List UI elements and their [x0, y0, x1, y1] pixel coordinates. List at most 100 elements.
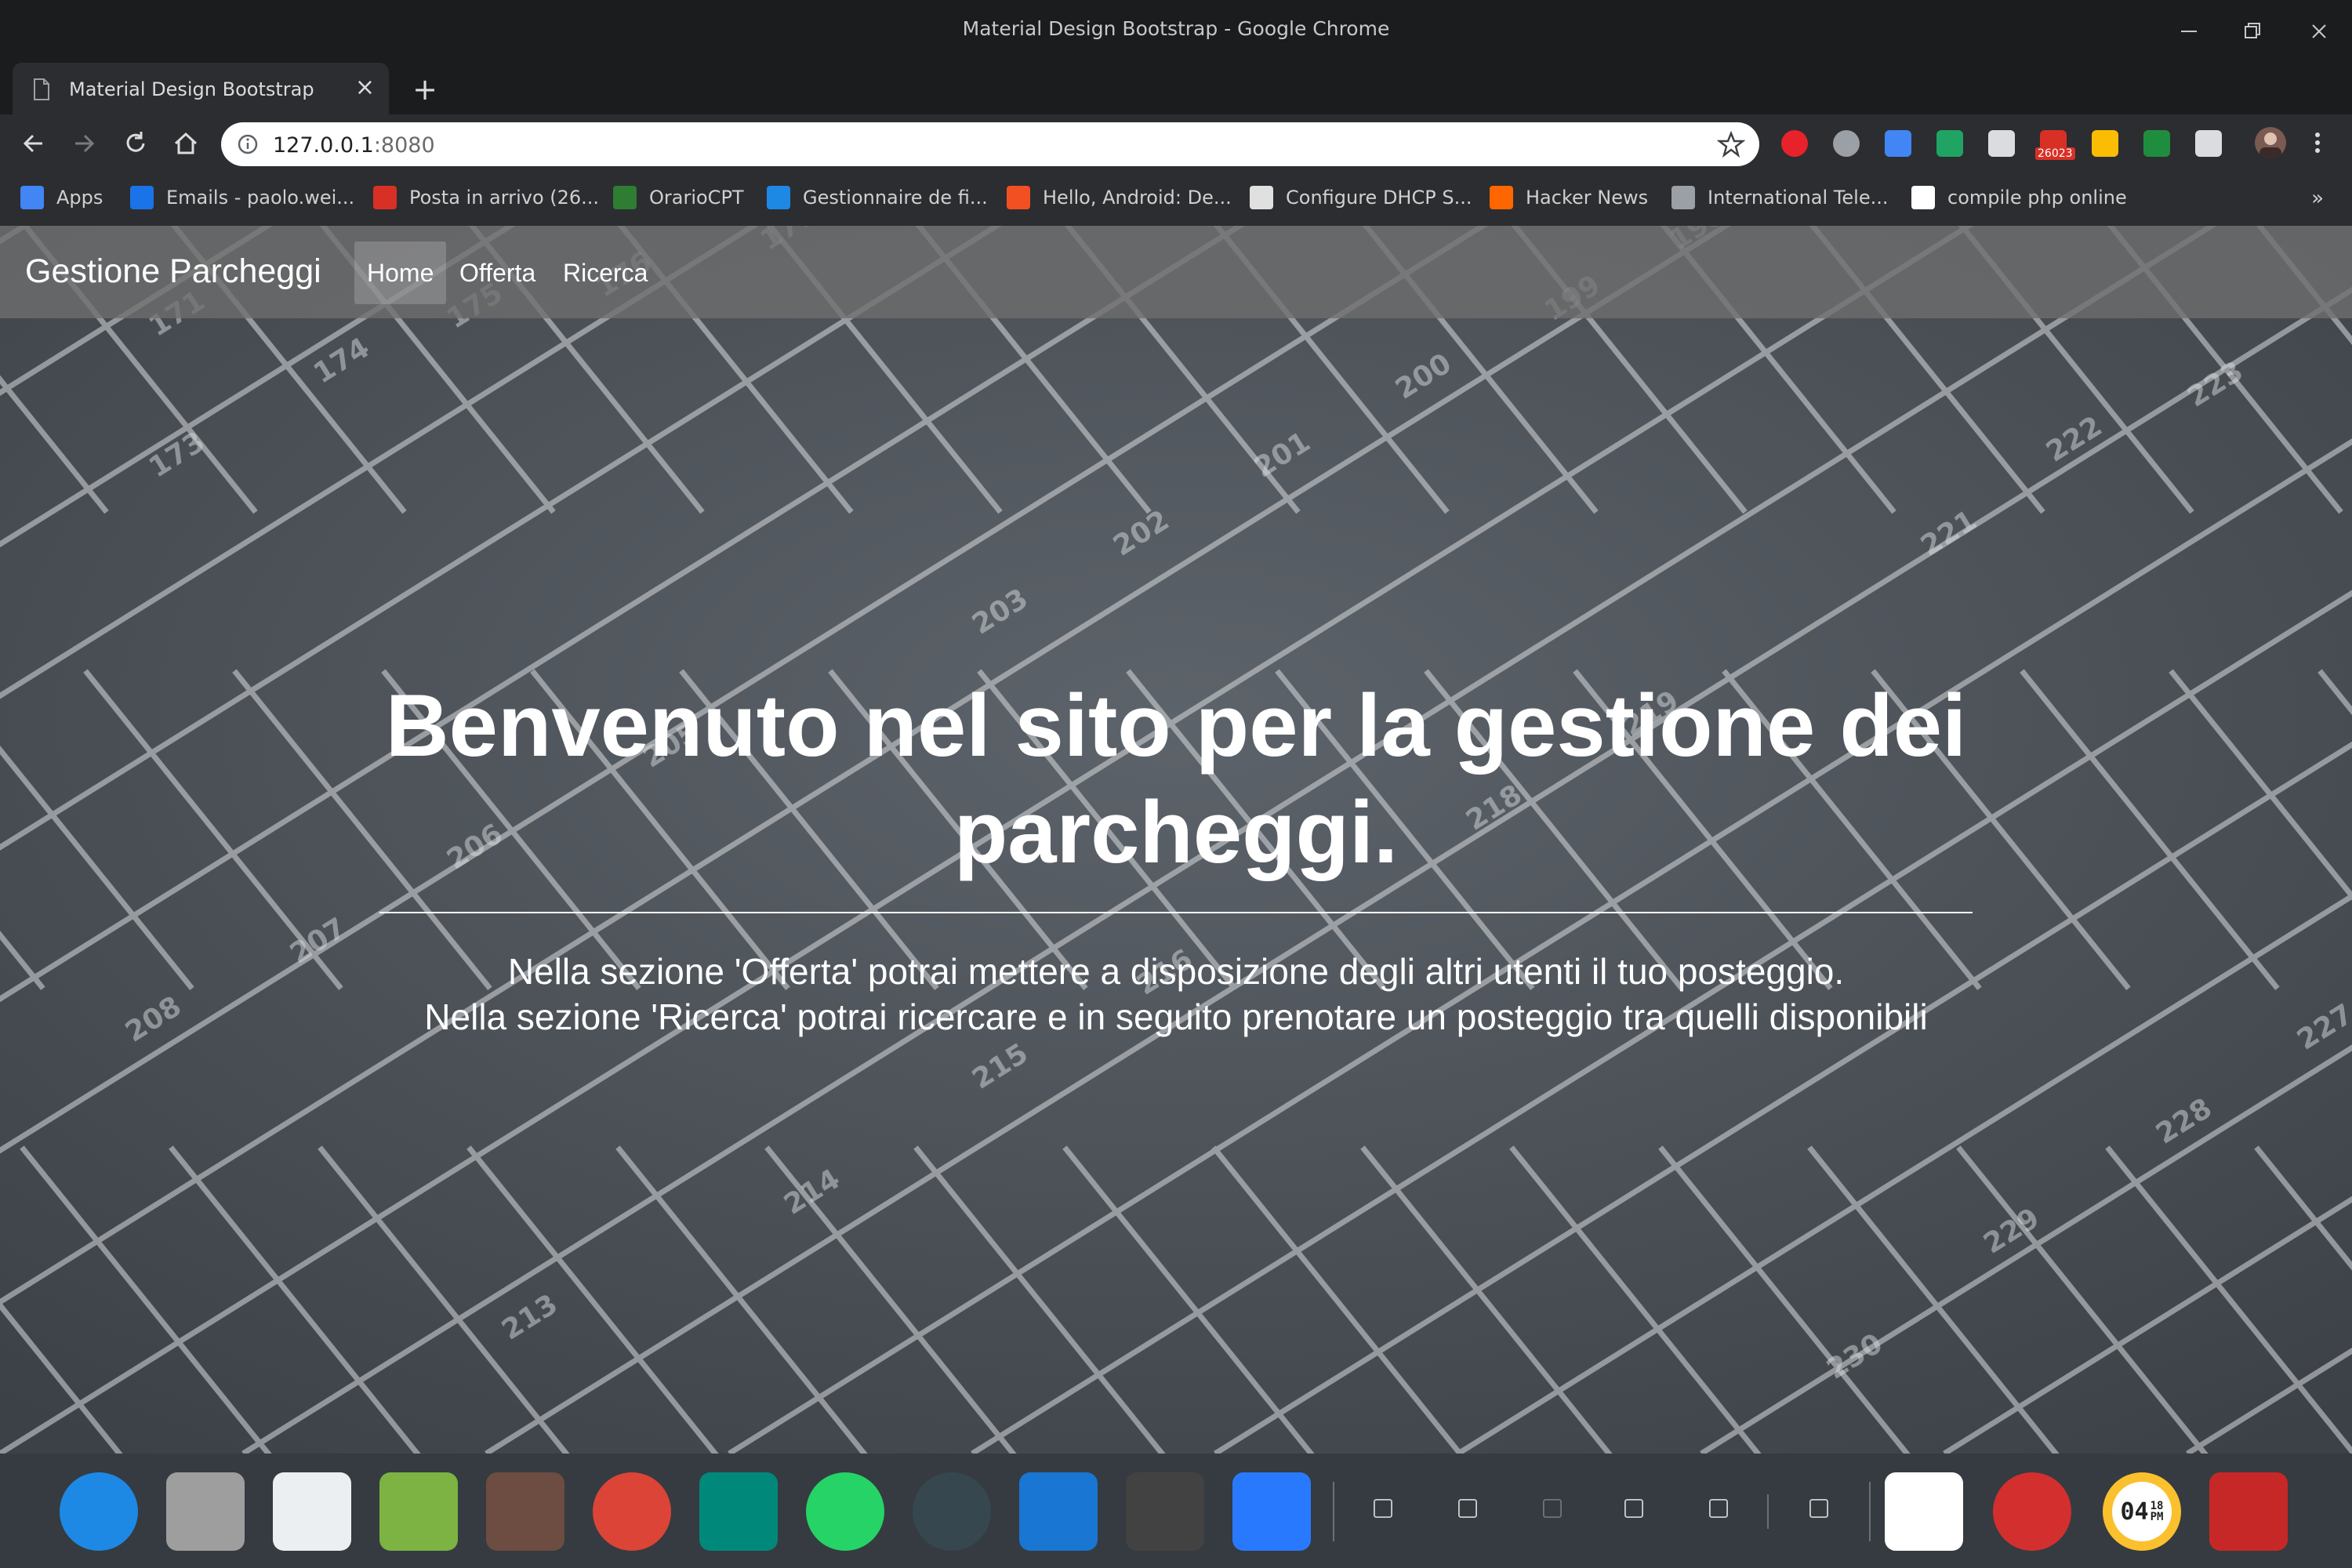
movie-icon[interactable]	[486, 1472, 564, 1551]
profile-avatar[interactable]	[2255, 127, 2286, 158]
hero-title: Benvenuto nel sito per la gestione dei p…	[385, 677, 1967, 881]
bookmark-label: Configure DHCP S...	[1286, 187, 1472, 209]
new-tab-button[interactable]: +	[408, 72, 442, 107]
site-brand[interactable]: Gestione Parcheggi	[25, 252, 321, 291]
wps-writer-icon[interactable]	[1232, 1472, 1311, 1551]
restore-icon	[2245, 23, 2260, 38]
tab-strip: Material Design Bootstrap × +	[0, 63, 2352, 114]
bookmark-10[interactable]: compile php online	[1911, 182, 2127, 213]
window-title: Material Design Bootstrap - Google Chrom…	[962, 17, 1390, 40]
bookmark-4[interactable]: OrarioCPT	[613, 182, 744, 213]
nav-home[interactable]: Home	[354, 241, 447, 304]
dock-separator	[1333, 1482, 1334, 1541]
restore-button[interactable]	[2236, 14, 2270, 49]
close-tab-icon[interactable]: ×	[355, 74, 375, 101]
tab-title: Material Design Bootstrap	[69, 78, 314, 100]
trash-icon[interactable]	[2209, 1472, 2288, 1551]
dock-separator-2	[1869, 1482, 1871, 1541]
minimize-icon	[2181, 31, 2197, 32]
t-icon	[1911, 186, 1935, 209]
hero-line-offerta: Nella sezione 'Offerta' potrai mettere a…	[507, 951, 1845, 992]
bookmark-2[interactable]: Emails - paolo.wei...	[130, 182, 354, 213]
bookmark-label: International Tele...	[1708, 187, 1889, 209]
vscode-icon[interactable]	[1019, 1472, 1098, 1551]
bookmark-1[interactable]: Apps	[20, 182, 103, 213]
bookmark-label: Hacker News	[1526, 187, 1649, 209]
chrome-icon[interactable]	[593, 1472, 671, 1551]
bookmark-label: Gestionnaire de fi...	[803, 187, 988, 209]
usb-icon[interactable]	[1458, 1499, 1477, 1518]
bookmark-label: Apps	[56, 187, 103, 209]
settings-icon[interactable]	[699, 1472, 778, 1551]
tray-separator	[1767, 1494, 1769, 1529]
css-icon[interactable]	[2195, 130, 2222, 157]
address-bar[interactable]: 127.0.0.1:8080	[221, 122, 1759, 166]
minimize-button[interactable]	[2172, 14, 2206, 49]
bookmark-label: Emails - paolo.wei...	[166, 187, 355, 209]
adblock-icon[interactable]	[1781, 130, 1808, 157]
close-icon	[2312, 24, 2326, 38]
clock-minutes: 18 PM	[2150, 1500, 2164, 1523]
wifi-icon[interactable]	[1624, 1499, 1643, 1518]
bookmarks-overflow-button[interactable]: »	[2311, 187, 2324, 210]
gitkraken-icon[interactable]	[913, 1472, 991, 1551]
battery-icon[interactable]	[1709, 1499, 1728, 1518]
bookmark-star-icon[interactable]	[1717, 130, 1745, 158]
tab-material-design[interactable]: Material Design Bootstrap ×	[13, 63, 389, 114]
page-icon	[1671, 186, 1695, 209]
url-text[interactable]: 127.0.0.1:8080	[273, 133, 435, 158]
keep-icon[interactable]	[2092, 130, 2118, 157]
translate-icon[interactable]	[1885, 130, 1911, 157]
music-icon[interactable]	[379, 1472, 458, 1551]
collapse-icon[interactable]	[1809, 1499, 1828, 1518]
drive-icon[interactable]	[1936, 130, 1963, 157]
classroom-icon[interactable]	[2143, 130, 2170, 157]
bookmarks-bar: Apps Emails - paolo.wei... Posta in arrivo…	[0, 172, 2352, 226]
power-icon[interactable]	[1993, 1472, 2071, 1551]
back-icon[interactable]	[16, 125, 52, 162]
tray-drive-icon[interactable]	[1374, 1499, 1392, 1518]
bookmark-label: Posta in arrivo (26...	[409, 187, 600, 209]
hero-line-ricerca: Nella sezione 'Ricerca' potrai ricercare…	[424, 996, 1928, 1037]
config-icon	[1250, 186, 1273, 209]
terminal-icon[interactable]	[1126, 1472, 1204, 1551]
bookmark-5[interactable]: Gestionnaire de fi...	[767, 182, 988, 213]
volume-icon[interactable]	[1543, 1499, 1562, 1518]
reload-icon[interactable]	[118, 125, 154, 162]
unread-count-badge: 26023	[2035, 147, 2075, 160]
app-store-icon[interactable]	[273, 1472, 351, 1551]
gmail-counter-icon[interactable]: 26023	[2035, 130, 2075, 160]
clock-face: 04 18 PM	[2112, 1482, 2172, 1541]
menu-kebab-icon[interactable]	[2303, 129, 2332, 157]
y-icon	[1490, 186, 1513, 209]
desktop-dock: 04 18 PM	[0, 1454, 2352, 1568]
nav-offerta[interactable]: Offerta	[447, 241, 548, 304]
page-icon	[34, 78, 49, 100]
home-icon[interactable]	[168, 125, 204, 162]
clock-icon[interactable]: 04 18 PM	[2103, 1472, 2181, 1551]
bookmark-3[interactable]: Posta in arrivo (26...	[373, 182, 599, 213]
microsoft-icon	[1007, 186, 1030, 209]
file-manager-icon[interactable]	[166, 1472, 245, 1551]
bookmark-label: OrarioCPT	[649, 187, 744, 209]
forward-icon[interactable]	[66, 125, 102, 162]
close-window-button[interactable]	[2302, 14, 2336, 49]
bookmark-7[interactable]: Configure DHCP S...	[1250, 182, 1472, 213]
bookmark-label: Hello, Android: De...	[1043, 187, 1232, 209]
whatsapp-icon[interactable]	[806, 1472, 884, 1551]
window-titlebar: Material Design Bootstrap - Google Chrom…	[0, 0, 2352, 63]
keyboard-icon[interactable]	[1885, 1472, 1963, 1551]
bookmark-6[interactable]: Hello, Android: De...	[1007, 182, 1232, 213]
avatar-icon	[2259, 132, 2281, 158]
site-navbar: Gestione Parcheggi Home Offerta Ricerca	[0, 226, 2352, 318]
clock-hours: 04	[2120, 1497, 2149, 1526]
info-icon[interactable]	[237, 133, 259, 155]
mail-icon[interactable]	[1833, 130, 1860, 157]
lightbulb-icon[interactable]	[1988, 130, 2015, 157]
deepin-launcher-icon[interactable]	[60, 1472, 138, 1551]
apps-grid-icon	[20, 186, 44, 209]
bookmark-8[interactable]: Hacker News	[1490, 182, 1648, 213]
nav-ricerca[interactable]: Ricerca	[550, 241, 660, 304]
globe-icon	[767, 186, 790, 209]
bookmark-9[interactable]: International Tele...	[1671, 182, 1888, 213]
